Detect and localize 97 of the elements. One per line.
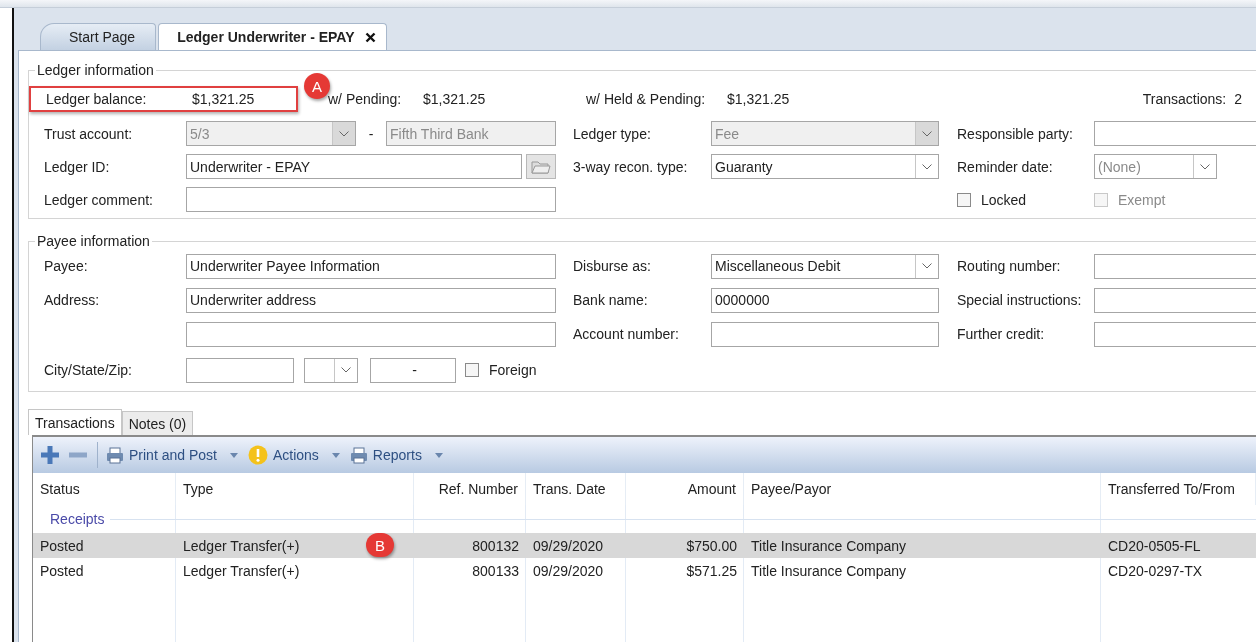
summary-label: w/ Held & Pending: [586, 91, 707, 107]
callout-badge: B [366, 533, 394, 557]
text-field[interactable] [186, 187, 556, 212]
table-row[interactable]: Posted Ledger Transfer(+) 800133 09/29/2020 $571.25 Title Insurance Company CD20-0297-TX [33, 558, 1256, 583]
table-cell: Title Insurance Company [751, 562, 907, 579]
table-cell: CD20-0505-FL [1108, 537, 1201, 554]
field-label: Payee: [44, 258, 88, 274]
table-row[interactable]: Posted Ledger Transfer(+) B 800132 09/29/2020 $750.00 Title Insurance Company CD20-0505-FL [33, 533, 1256, 558]
field-label: Further credit: [957, 326, 1045, 342]
checkbox-label: Locked [981, 191, 1027, 208]
checkbox[interactable] [465, 363, 479, 377]
text-field[interactable] [186, 321, 556, 347]
group-title: Ledger information [36, 62, 155, 78]
text-field[interactable]: - [370, 357, 456, 383]
chevron-down-icon [1200, 163, 1210, 170]
field-label: Disburse as: [573, 258, 651, 274]
column-header[interactable]: Transferred To/From [1101, 473, 1256, 505]
dropdown[interactable]: Guaranty [711, 154, 939, 179]
text-field[interactable] [1094, 121, 1256, 146]
text-field[interactable]: Underwriter address [186, 287, 556, 313]
text-field[interactable] [1094, 321, 1256, 347]
field-label: City/State/Zip: [44, 362, 132, 378]
text-field[interactable] [186, 357, 294, 383]
column-header[interactable]: Ref. Number [414, 473, 526, 505]
document-tab[interactable]: Ledger Underwriter - EPAY [158, 23, 387, 50]
column-header[interactable]: Status [33, 473, 176, 505]
text-field[interactable]: Underwriter - EPAY [186, 154, 522, 179]
text-field[interactable] [711, 321, 939, 347]
close-icon[interactable] [364, 31, 376, 43]
chevron-down-icon [922, 263, 932, 269]
field-label: Routing number: [957, 258, 1061, 274]
toolbar-menu-button[interactable]: Print and Post [106, 446, 242, 464]
separator-text: - [367, 125, 375, 142]
summary-value: $1,321.25 [423, 91, 486, 107]
table-cell: 800133 [472, 562, 519, 579]
field-label: Ledger type: [573, 125, 651, 142]
summary-label: w/ Pending: [328, 91, 403, 107]
table-cell: CD20-0297-TX [1108, 562, 1203, 579]
table-cell: Posted [40, 562, 84, 579]
dropdown[interactable] [304, 357, 358, 383]
column-header[interactable]: Type [176, 473, 414, 505]
summary-value: $1,321.25 [727, 91, 790, 107]
printer-icon [349, 446, 368, 464]
group-title: Payee information [36, 233, 151, 249]
text-field[interactable] [1094, 253, 1256, 279]
checkbox-label: Exempt [1118, 191, 1166, 208]
field-label: Trust account: [44, 125, 133, 142]
dropdown[interactable]: Miscellaneous Debit [711, 253, 939, 279]
group-header[interactable]: Receipts [50, 511, 105, 527]
checkbox-label: Foreign [489, 362, 537, 378]
caret-icon [229, 452, 238, 458]
text-field[interactable] [1094, 287, 1256, 313]
folder-icon [531, 159, 551, 174]
summary-label: Ledger balance: [46, 91, 148, 107]
column-header[interactable]: Trans. Date [526, 473, 626, 505]
printer-icon [106, 446, 124, 464]
caret-icon [331, 452, 340, 458]
browse-button[interactable] [526, 154, 556, 179]
chevron-down-icon [339, 130, 349, 137]
toolbar-menu-button[interactable]: Actions [247, 445, 344, 465]
field-label: Special instructions: [957, 292, 1082, 308]
table-cell: Title Insurance Company [751, 537, 907, 554]
table-cell: Ledger Transfer(+) [183, 537, 300, 554]
chevron-down-icon [922, 163, 932, 170]
table-cell: $571.25 [686, 562, 737, 579]
field-label: 3-way recon. type: [573, 158, 688, 175]
field-label: Ledger ID: [44, 158, 110, 175]
warning-icon [247, 445, 268, 465]
table-cell: 09/29/2020 [533, 537, 604, 554]
table-cell: Ledger Transfer(+) [183, 562, 300, 579]
table-cell: 800132 [472, 537, 519, 554]
table-cell: Posted [40, 537, 84, 554]
field-label: Responsible party: [957, 125, 1073, 142]
dropdown[interactable]: (None) [1094, 154, 1217, 179]
toolbar-menu-button[interactable]: Reports [349, 446, 447, 464]
summary-value: 2 [1234, 91, 1242, 107]
field-label: Account number: [573, 326, 679, 342]
chevron-down-icon [341, 367, 351, 373]
panel-tab[interactable]: Transactions [28, 409, 122, 435]
field-label: Bank name: [573, 292, 648, 308]
table-cell: 09/29/2020 [533, 562, 604, 579]
column-header[interactable]: Amount [626, 473, 744, 505]
text-field[interactable]: Underwriter Payee Information [186, 253, 556, 279]
caret-icon [434, 452, 443, 458]
document-tab[interactable]: Start Page [40, 23, 157, 50]
chevron-down-icon [922, 130, 932, 137]
summary-value: $1,321.25 [192, 91, 255, 107]
field-label: Address: [44, 292, 100, 308]
add-icon[interactable] [39, 444, 61, 466]
checkbox[interactable] [957, 192, 971, 207]
field-label: Ledger comment: [44, 191, 153, 208]
summary-label: Transactions: [1142, 91, 1227, 107]
panel-tab[interactable]: Notes (0) [121, 411, 194, 435]
field-label: Reminder date: [957, 158, 1053, 175]
text-field[interactable]: 0000000 [711, 287, 939, 313]
column-header[interactable]: Payee/Payor [744, 473, 1101, 505]
table-cell: $750.00 [686, 537, 737, 554]
